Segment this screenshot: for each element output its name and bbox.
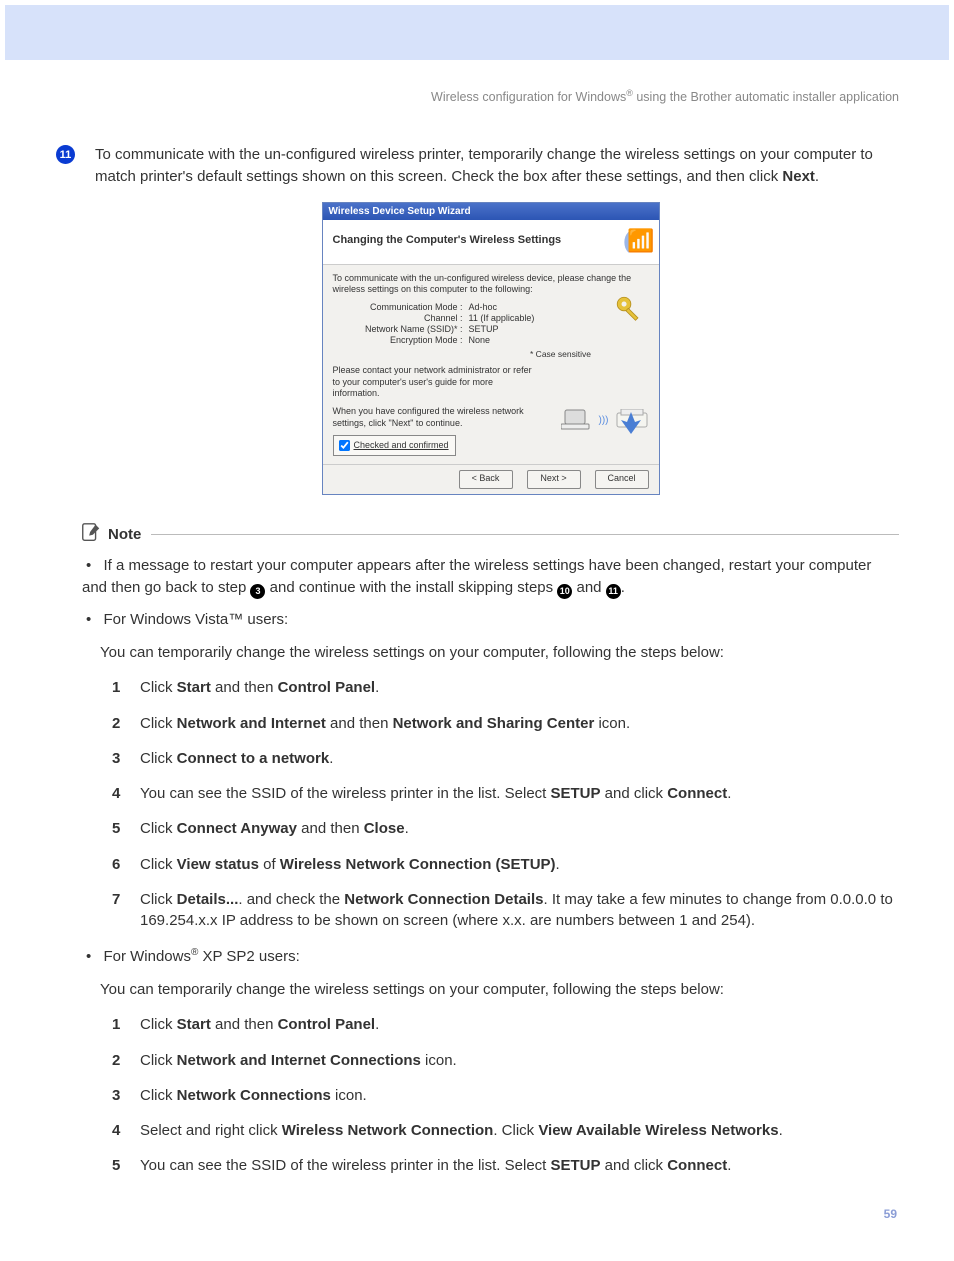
- registered-mark: ®: [626, 88, 633, 98]
- xp-step-5: You can see the SSID of the wireless pri…: [112, 1155, 899, 1176]
- vista-steps: Click Start and then Control Panel. Clic…: [112, 677, 899, 931]
- vista-step-5: Click Connect Anyway and then Close.: [112, 818, 899, 839]
- vista-step-4: You can see the SSID of the wireless pri…: [112, 783, 899, 804]
- vista-step-3: Click Connect to a network.: [112, 748, 899, 769]
- checked-confirmed-box[interactable]: Checked and confirmed: [333, 435, 456, 456]
- note-item-1: If a message to restart your computer ap…: [82, 555, 899, 598]
- note-rule: [151, 534, 899, 535]
- vista-step-7: Click Details.... and check the Network …: [112, 889, 899, 932]
- next-button[interactable]: Next >: [527, 470, 581, 489]
- inline-step-11: 11: [606, 584, 621, 599]
- wizard-dialog: Wireless Device Setup Wizard Changing th…: [322, 202, 660, 496]
- laptop-icon: [561, 408, 593, 432]
- enc-value: None: [469, 335, 491, 345]
- wizard-heading: Changing the Computer's Wireless Setting…: [333, 234, 562, 248]
- note-list: If a message to restart your computer ap…: [82, 555, 899, 1176]
- wizard-contact: Please contact your network administrato…: [333, 365, 533, 400]
- xp-step-1: Click Start and then Control Panel.: [112, 1014, 899, 1035]
- header-text-b: using the Brother automatic installer ap…: [633, 90, 899, 104]
- enc-label: Encryption Mode :: [333, 335, 469, 345]
- vista-step-2: Click Network and Internet and then Netw…: [112, 713, 899, 734]
- ssid-label: Network Name (SSID)* :: [333, 324, 469, 334]
- xp-steps: Click Start and then Control Panel. Clic…: [112, 1014, 899, 1176]
- comm-mode-label: Communication Mode :: [333, 302, 469, 312]
- step-11-text: To communicate with the un-configured wi…: [95, 144, 899, 188]
- xp-step-2: Click Network and Internet Connections i…: [112, 1050, 899, 1071]
- vista-step-6: Click View status of Wireless Network Co…: [112, 854, 899, 875]
- laptop-printer-icon: ))): [561, 408, 649, 432]
- note-2: For Windows Vista™ users:: [103, 611, 288, 628]
- back-button[interactable]: < Back: [459, 470, 513, 489]
- wizard-header: Changing the Computer's Wireless Setting…: [323, 220, 659, 265]
- wizard-title-bar: Wireless Device Setup Wizard: [323, 203, 659, 220]
- wizard-fields: Communication Mode :Ad-hoc Channel :11 (…: [333, 302, 649, 345]
- note-label: Note: [108, 526, 141, 543]
- arrow-icon: [621, 412, 641, 434]
- inline-step-3: 3: [250, 584, 265, 599]
- header-text-a: Wireless configuration for Windows: [431, 90, 626, 104]
- page-number: 59: [82, 1207, 899, 1221]
- step-11: 11 To communicate with the un-configured…: [82, 144, 899, 188]
- ssid-value: SETUP: [469, 324, 499, 334]
- wizard-intro: To communicate with the un-configured wi…: [333, 273, 649, 296]
- checked-confirmed-checkbox[interactable]: [338, 440, 349, 451]
- cancel-button[interactable]: Cancel: [595, 470, 649, 489]
- step-11-text-a: To communicate with the un-configured wi…: [95, 146, 873, 185]
- channel-label: Channel :: [333, 313, 469, 323]
- note-1b: and continue with the install skipping s…: [265, 579, 557, 596]
- step-number-11: 11: [56, 145, 75, 164]
- note-item-3: For Windows® XP SP2 users: You can tempo…: [82, 946, 899, 1177]
- wifi-icon: ((( 📶: [623, 228, 648, 254]
- header-band: [5, 5, 949, 60]
- xp-step-3: Click Network Connections icon.: [112, 1085, 899, 1106]
- step-11-text-c: .: [815, 168, 819, 185]
- xp-step-4: Select and right click Wireless Network …: [112, 1120, 899, 1141]
- note-3a: For Windows: [103, 948, 191, 965]
- comm-mode-value: Ad-hoc: [469, 302, 498, 312]
- running-header: Wireless configuration for Windows® usin…: [82, 88, 899, 104]
- xp-intro: You can temporarily change the wireless …: [100, 979, 899, 1000]
- note-heading: Note: [80, 521, 899, 547]
- vista-intro: You can temporarily change the wireless …: [100, 642, 899, 663]
- note-icon: [80, 521, 102, 547]
- step-11-bold-next: Next: [782, 168, 815, 185]
- note-1c: and: [572, 579, 605, 596]
- vista-step-1: Click Start and then Control Panel.: [112, 677, 899, 698]
- wizard-when: When you have configured the wireless ne…: [333, 406, 543, 429]
- key-icon: [613, 293, 647, 327]
- wifi-waves-icon: ))): [599, 415, 609, 426]
- note-item-2: For Windows Vista™ users: You can tempor…: [82, 609, 899, 932]
- checked-confirmed-label: Checked and confirmed: [354, 440, 449, 450]
- note-3b: XP SP2 users:: [198, 948, 299, 965]
- channel-value: 11 (If applicable): [469, 313, 535, 323]
- wizard-button-row: < Back Next > Cancel: [323, 464, 659, 494]
- case-sensitive-note: * Case sensitive: [473, 349, 649, 359]
- inline-step-10: 10: [557, 584, 572, 599]
- note-1d: .: [621, 579, 625, 596]
- wizard-body: To communicate with the un-configured wi…: [323, 265, 659, 465]
